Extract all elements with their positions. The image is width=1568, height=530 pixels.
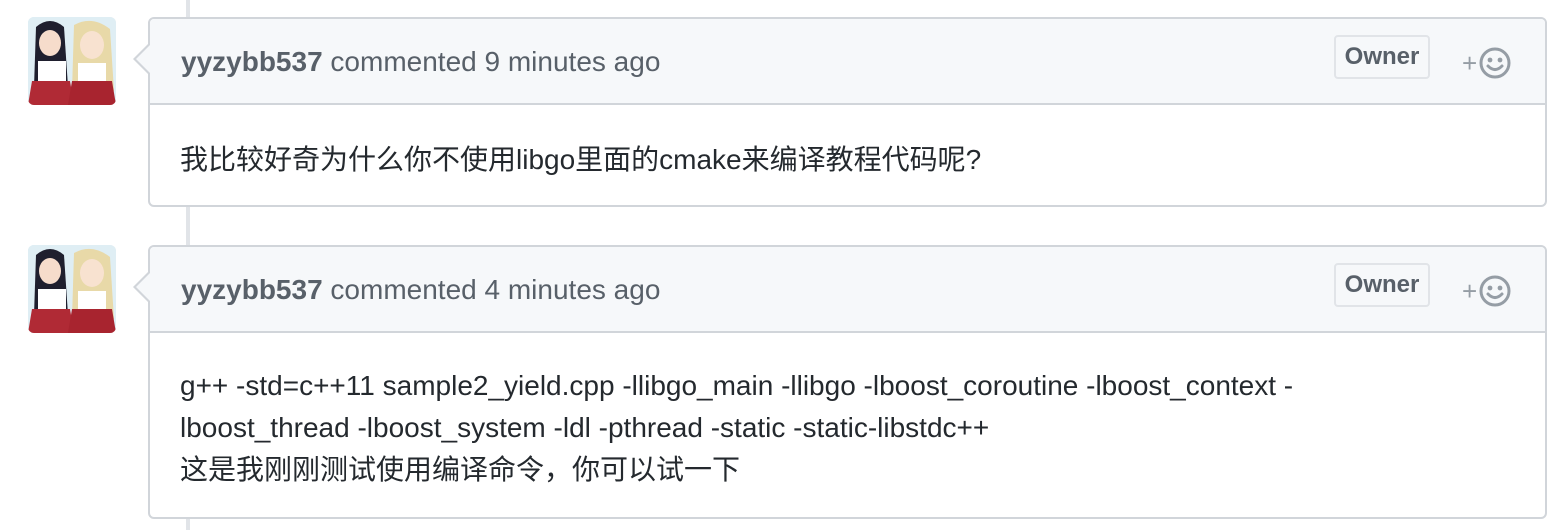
comment-text-line: 我比较好奇为什么你不使用libgo里面的cmake来编译教程代码呢? — [180, 144, 982, 175]
avatar[interactable] — [28, 17, 116, 105]
comment-body: 我比较好奇为什么你不使用libgo里面的cmake来编译教程代码呢? — [150, 105, 1545, 207]
comment-action: commented — [330, 274, 477, 305]
comment-text-line: lboost_thread -lboost_system -ldl -pthre… — [180, 412, 990, 443]
comment-action: commented — [330, 46, 477, 77]
comment-time[interactable]: 9 minutes ago — [485, 46, 661, 77]
comment-meta: yyzybb537 commented 9 minutes ago — [181, 45, 660, 79]
plus-icon: + — [1462, 276, 1478, 306]
comment-text-line: g++ -std=c++11 sample2_yield.cpp -llibgo… — [180, 370, 1294, 401]
comment-box: yyzybb537 commented 9 minutes ago Owner … — [133, 17, 1547, 207]
comment-meta: yyzybb537 commented 4 minutes ago — [181, 273, 660, 307]
avatar[interactable] — [28, 245, 116, 333]
author-link[interactable]: yyzybb537 — [181, 274, 323, 305]
anime-avatar-icon — [28, 17, 116, 105]
add-reaction-button[interactable]: + — [1462, 45, 1511, 81]
author-link[interactable]: yyzybb537 — [181, 46, 323, 77]
comment-box: yyzybb537 commented 4 minutes ago Owner … — [133, 245, 1547, 519]
add-reaction-button[interactable]: + — [1462, 273, 1511, 309]
owner-badge: Owner — [1334, 35, 1430, 79]
plus-icon: + — [1462, 48, 1478, 78]
comment-header: yyzybb537 commented 9 minutes ago Owner … — [133, 19, 1545, 105]
comment-time[interactable]: 4 minutes ago — [485, 274, 661, 305]
owner-badge: Owner — [1334, 263, 1430, 307]
comment-header: yyzybb537 commented 4 minutes ago Owner … — [133, 247, 1545, 333]
smiley-icon — [1479, 47, 1511, 79]
smiley-icon — [1479, 275, 1511, 307]
anime-avatar-icon — [28, 245, 116, 333]
comment-text-line: 这是我刚刚测试使用编译命令，你可以试一下 — [180, 454, 741, 485]
comment-body: g++ -std=c++11 sample2_yield.cpp -llibgo… — [150, 333, 1545, 523]
